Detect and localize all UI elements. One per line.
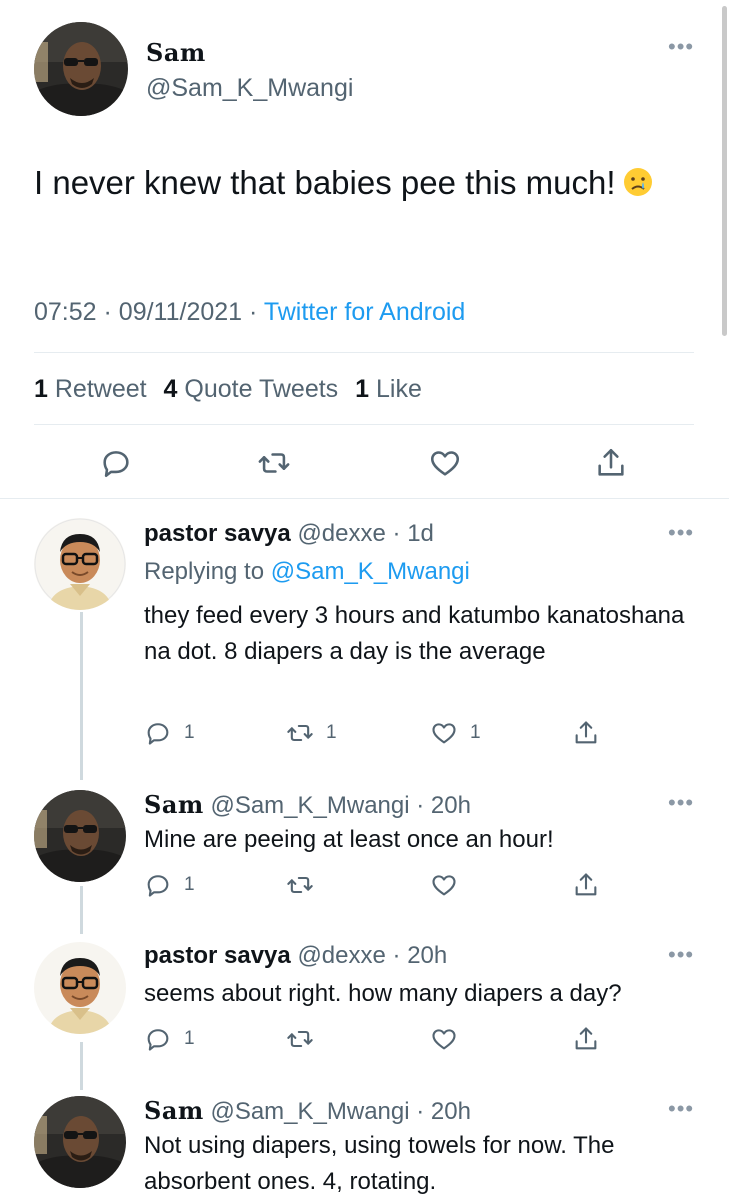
share-action[interactable] bbox=[572, 1024, 600, 1054]
like-action[interactable] bbox=[430, 870, 458, 900]
share-icon[interactable] bbox=[572, 1025, 600, 1053]
replying-to-link[interactable]: @Sam_K_Mwangi bbox=[271, 558, 470, 585]
replying-to: Replying to @Sam_K_Mwangi bbox=[144, 558, 470, 585]
reply-text: Mine are peeing at least once an hour! bbox=[144, 826, 554, 853]
share-action[interactable] bbox=[572, 870, 600, 900]
thread-line bbox=[80, 1042, 83, 1090]
more-icon[interactable]: ••• bbox=[668, 944, 694, 966]
scrollbar[interactable] bbox=[722, 6, 727, 336]
more-icon[interactable]: ••• bbox=[668, 522, 694, 544]
author-name[interactable]: pastor savya bbox=[144, 942, 291, 969]
retweets-stat[interactable]: 1 Retweet bbox=[34, 375, 147, 403]
divider bbox=[34, 424, 694, 425]
author-handle[interactable]: @Sam_K_Mwangi bbox=[146, 74, 353, 103]
thread-line bbox=[80, 612, 83, 780]
reply-count: 1 bbox=[184, 874, 195, 895]
reply-action[interactable]: 1 bbox=[144, 870, 195, 900]
reply-header: pastor savya @dexxe · 1d bbox=[144, 520, 434, 547]
retweet-icon[interactable] bbox=[286, 871, 314, 899]
heart-icon[interactable] bbox=[430, 871, 458, 899]
reply-header: Sam @Sam_K_Mwangi · 20h bbox=[144, 1096, 471, 1125]
heart-icon[interactable] bbox=[428, 446, 462, 480]
divider bbox=[34, 352, 694, 353]
reply-icon[interactable] bbox=[144, 871, 172, 899]
reply-text: they feed every 3 hours and katumbo kana… bbox=[144, 602, 685, 665]
heart-icon[interactable] bbox=[430, 1025, 458, 1053]
reply-action[interactable]: 1 bbox=[144, 718, 195, 748]
tweet-time[interactable]: 07:52 bbox=[34, 298, 97, 326]
tweet-text-content: I never knew that babies pee this much! bbox=[34, 164, 616, 201]
reply-header: Sam @Sam_K_Mwangi · 20h bbox=[144, 790, 471, 819]
reply-icon[interactable] bbox=[144, 1025, 172, 1053]
reply-action[interactable]: 1 bbox=[144, 1024, 195, 1054]
likes-stat[interactable]: 1 Like bbox=[355, 375, 422, 403]
reply-icon[interactable] bbox=[99, 446, 133, 480]
thread-line bbox=[80, 886, 83, 934]
retweet-action[interactable]: 1 bbox=[286, 718, 337, 748]
share-icon[interactable] bbox=[572, 719, 600, 747]
avatar[interactable] bbox=[34, 942, 126, 1034]
retweet-action[interactable] bbox=[286, 1024, 314, 1054]
avatar[interactable] bbox=[34, 790, 126, 882]
reply-header: pastor savya @dexxe · 20h bbox=[144, 942, 448, 969]
share-action[interactable] bbox=[572, 718, 600, 748]
reply-age[interactable]: 20h bbox=[431, 1098, 471, 1125]
share-icon[interactable] bbox=[572, 871, 600, 899]
retweet-count: 1 bbox=[326, 722, 337, 743]
reply-text: Not using diapers, using towels for now.… bbox=[144, 1132, 615, 1195]
crying-face-emoji bbox=[622, 164, 654, 196]
heart-icon[interactable] bbox=[430, 719, 458, 747]
author-handle[interactable]: @dexxe bbox=[297, 942, 385, 969]
more-icon[interactable]: ••• bbox=[668, 792, 694, 814]
tweet-text: I never knew that babies pee this much! bbox=[34, 160, 674, 206]
author-name[interactable]: Sam bbox=[144, 1096, 204, 1125]
like-action[interactable]: 1 bbox=[430, 718, 481, 748]
reply-text: seems about right. how many diapers a da… bbox=[144, 980, 622, 1007]
divider bbox=[0, 498, 729, 499]
like-action[interactable] bbox=[430, 1024, 458, 1054]
retweet-action[interactable] bbox=[286, 870, 314, 900]
share-icon[interactable] bbox=[594, 446, 628, 480]
tweet-meta: 07:52 · 09/11/2021 · Twitter for Android bbox=[34, 298, 466, 326]
author-name[interactable]: Sam bbox=[144, 790, 204, 819]
reply-age[interactable]: 1d bbox=[407, 520, 434, 547]
retweet-icon[interactable] bbox=[286, 719, 314, 747]
retweet-icon[interactable] bbox=[286, 1025, 314, 1053]
tweet-date[interactable]: 09/11/2021 bbox=[119, 298, 242, 326]
more-icon[interactable]: ••• bbox=[668, 1098, 694, 1120]
avatar[interactable] bbox=[34, 1096, 126, 1188]
reply-count: 1 bbox=[184, 1028, 195, 1049]
tweet-source[interactable]: Twitter for Android bbox=[264, 298, 465, 326]
avatar[interactable] bbox=[34, 518, 126, 610]
reply-age[interactable]: 20h bbox=[431, 792, 471, 819]
quote-tweets-stat[interactable]: 4 Quote Tweets bbox=[164, 375, 339, 403]
reply-age[interactable]: 20h bbox=[407, 942, 447, 969]
author-name[interactable]: pastor savya bbox=[144, 520, 291, 547]
author-handle[interactable]: @Sam_K_Mwangi bbox=[210, 792, 409, 819]
more-icon[interactable]: ••• bbox=[668, 36, 694, 58]
author-handle[interactable]: @dexxe bbox=[297, 520, 385, 547]
reply-count: 1 bbox=[184, 722, 195, 743]
avatar[interactable] bbox=[34, 22, 128, 116]
author-handle[interactable]: @Sam_K_Mwangi bbox=[210, 1098, 409, 1125]
author-name[interactable]: Sam bbox=[146, 38, 206, 67]
tweet-stats: 1 Retweet 4 Quote Tweets 1 Like bbox=[34, 375, 422, 404]
retweet-icon[interactable] bbox=[257, 446, 291, 480]
like-count: 1 bbox=[470, 722, 481, 743]
reply-icon[interactable] bbox=[144, 719, 172, 747]
